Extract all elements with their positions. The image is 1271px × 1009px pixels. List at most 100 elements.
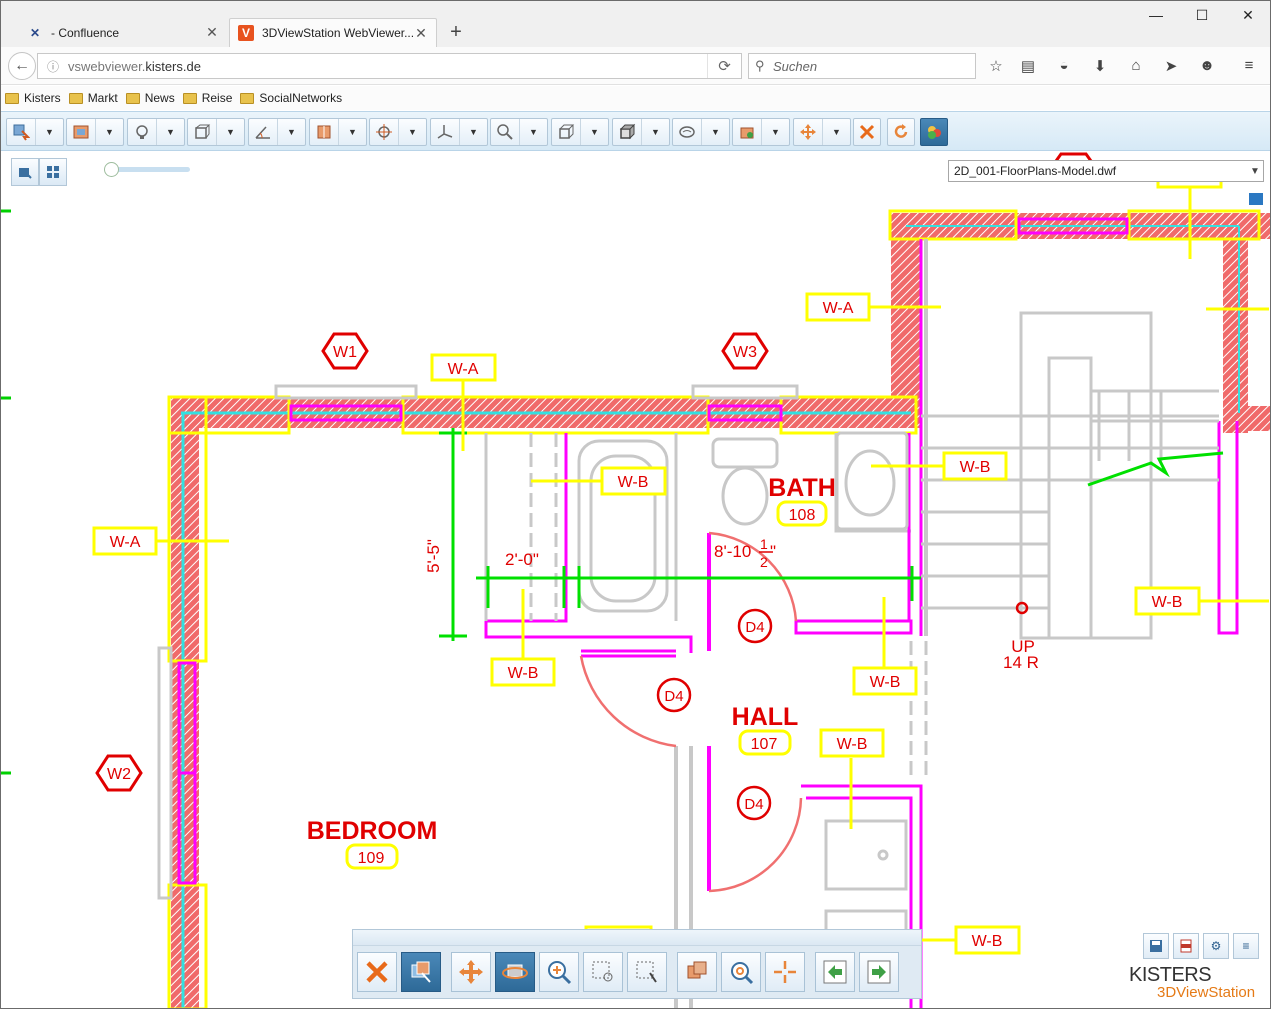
new-tab-button[interactable]: + (445, 21, 467, 44)
dropdown-arrow-icon[interactable]: ▼ (338, 119, 366, 145)
open-file-button[interactable] (11, 158, 39, 186)
fit-model-button[interactable] (677, 952, 717, 992)
select-tool-group[interactable]: ▼ (6, 118, 64, 146)
transform-tool-group[interactable]: ▼ (369, 118, 427, 146)
measure-angle-icon[interactable] (249, 119, 277, 145)
color-palette-button[interactable] (920, 118, 948, 146)
save-button[interactable] (1143, 933, 1169, 959)
address-bar[interactable]: ⓘ vswebviewer.kisters.de ⟳ (37, 53, 742, 79)
dropdown-arrow-icon[interactable]: ▼ (277, 119, 305, 145)
model-icon[interactable] (67, 119, 95, 145)
explode-group[interactable]: ▼ (732, 118, 790, 146)
dropdown-arrow-icon[interactable]: ▼ (641, 119, 669, 145)
bulb-icon[interactable] (128, 119, 156, 145)
viewer-toolbar: ▼ ▼ ▼ ▼ ▼ ▼ ▼ ▼ ▼ ▼ ▼ ▼ ▼ ▼ (1, 111, 1270, 151)
tab-confluence[interactable]: ✕ - Confluence ✕ (19, 18, 227, 47)
export-pdf-button[interactable] (1173, 933, 1199, 959)
dropdown-arrow-icon[interactable]: ▼ (35, 119, 63, 145)
close-window-button[interactable]: ✕ (1237, 7, 1259, 25)
back-button[interactable]: ← (8, 52, 36, 80)
transparency-slider[interactable] (104, 162, 192, 177)
slider-thumb[interactable] (104, 162, 119, 177)
emoji-icon[interactable]: ☻ (1196, 57, 1218, 77)
dropdown-arrow-icon[interactable]: ▼ (580, 119, 608, 145)
cube-view-group[interactable]: ▼ (551, 118, 609, 146)
bookmark-socialnetworks[interactable]: SocialNetworks (240, 91, 342, 105)
file-select[interactable]: 2D_001-FloorPlans-Model.dwf ▼ (948, 160, 1264, 182)
center-button[interactable] (765, 952, 805, 992)
zoom-tool-group[interactable]: ▼ (490, 118, 548, 146)
next-view-button[interactable] (859, 952, 899, 992)
panel-menu-button[interactable]: ≡ (1233, 933, 1259, 959)
toolbar-drag-handle[interactable] (353, 930, 921, 946)
fit-all-button[interactable] (721, 952, 761, 992)
dropdown-arrow-icon[interactable]: ▼ (459, 119, 487, 145)
dropdown-arrow-icon[interactable]: ▼ (701, 119, 729, 145)
render-mode-group[interactable]: ▼ (612, 118, 670, 146)
cancel-button[interactable] (357, 952, 397, 992)
move-icon[interactable] (794, 119, 822, 145)
axis-tool-group[interactable]: ▼ (430, 118, 488, 146)
dropdown-arrow-icon[interactable]: ▼ (216, 119, 244, 145)
viewer-canvas[interactable]: W-A W-A W-A W-B W-B W-B W-B W-B W-B W-B … (1, 152, 1270, 1008)
pocket-icon[interactable]: ◒ (1053, 57, 1075, 77)
previous-view-button[interactable] (815, 952, 855, 992)
section-tool-group[interactable]: ▼ (309, 118, 367, 146)
home-icon[interactable]: ⌂ (1125, 57, 1147, 77)
explode-icon[interactable] (733, 119, 761, 145)
dropdown-arrow-icon[interactable]: ▼ (822, 119, 850, 145)
pan-group[interactable]: ▼ (793, 118, 851, 146)
zoom-icon[interactable] (491, 119, 519, 145)
search-input[interactable]: ⚲ Suchen (748, 53, 976, 79)
menu-icon[interactable]: ≡ (1238, 57, 1260, 77)
bookmark-reise[interactable]: Reise (182, 91, 232, 105)
dropdown-arrow-icon[interactable]: ▼ (156, 119, 184, 145)
select-tool-icon[interactable] (7, 119, 35, 145)
bookmark-markt[interactable]: Markt (68, 91, 118, 105)
dropdown-arrow-icon[interactable]: ▼ (519, 119, 547, 145)
close-model-button[interactable] (853, 118, 881, 146)
measure-tool-group[interactable]: ▼ (248, 118, 306, 146)
section-icon[interactable] (310, 119, 338, 145)
settings-button[interactable]: ⚙ (1203, 933, 1229, 959)
bookmark-star-icon[interactable]: ☆ (985, 57, 1007, 77)
select-mode-button[interactable] (401, 952, 441, 992)
annotation-icon[interactable] (673, 119, 701, 145)
bookmark-news[interactable]: News (125, 91, 175, 105)
model-tool-group[interactable]: ▼ (66, 118, 124, 146)
pan-button[interactable] (451, 952, 491, 992)
transform-icon[interactable] (370, 119, 398, 145)
markup-tool-group[interactable]: ▼ (127, 118, 185, 146)
bookmark-kisters[interactable]: Kisters (5, 91, 61, 105)
zoom-button[interactable] (539, 952, 579, 992)
url-text[interactable]: vswebviewer.kisters.de (68, 59, 707, 74)
info-icon[interactable]: ⓘ (38, 58, 68, 75)
svg-text:W-B: W-B (1152, 594, 1183, 611)
zoom-area-button[interactable] (583, 952, 623, 992)
reader-list-icon[interactable]: ▤ (1017, 57, 1039, 77)
select-area-button[interactable] (627, 952, 667, 992)
grid-view-button[interactable] (39, 158, 67, 186)
dropdown-arrow-icon[interactable]: ▼ (398, 119, 426, 145)
axis-icon[interactable] (431, 119, 459, 145)
floor-plan-drawing[interactable]: W-A W-A W-A W-B W-B W-B W-B W-B W-B W-B … (1, 152, 1270, 1008)
view-box-icon[interactable] (188, 119, 216, 145)
annotation-group[interactable]: ▼ (672, 118, 730, 146)
panel-toggle-icon[interactable] (1248, 192, 1264, 206)
render-cube-icon[interactable] (613, 119, 641, 145)
reset-button[interactable] (887, 118, 915, 146)
tab-3dviewstation[interactable]: V 3DViewStation WebViewer... ✕ (229, 18, 437, 47)
download-icon[interactable]: ⬇ (1089, 57, 1111, 77)
minimize-button[interactable]: — (1145, 7, 1167, 25)
dropdown-arrow-icon[interactable]: ▼ (95, 119, 123, 145)
slider-track[interactable] (112, 167, 190, 172)
maximize-button[interactable]: ☐ (1191, 7, 1213, 25)
reload-icon[interactable]: ⟳ (707, 54, 741, 78)
send-icon[interactable]: ➤ (1160, 57, 1182, 77)
cube-icon[interactable] (552, 119, 580, 145)
close-tab-icon[interactable]: ✕ (205, 24, 219, 41)
close-tab-icon[interactable]: ✕ (414, 25, 428, 42)
dropdown-arrow-icon[interactable]: ▼ (761, 119, 789, 145)
view-tool-group[interactable]: ▼ (187, 118, 245, 146)
rotate-button[interactable] (495, 952, 535, 992)
